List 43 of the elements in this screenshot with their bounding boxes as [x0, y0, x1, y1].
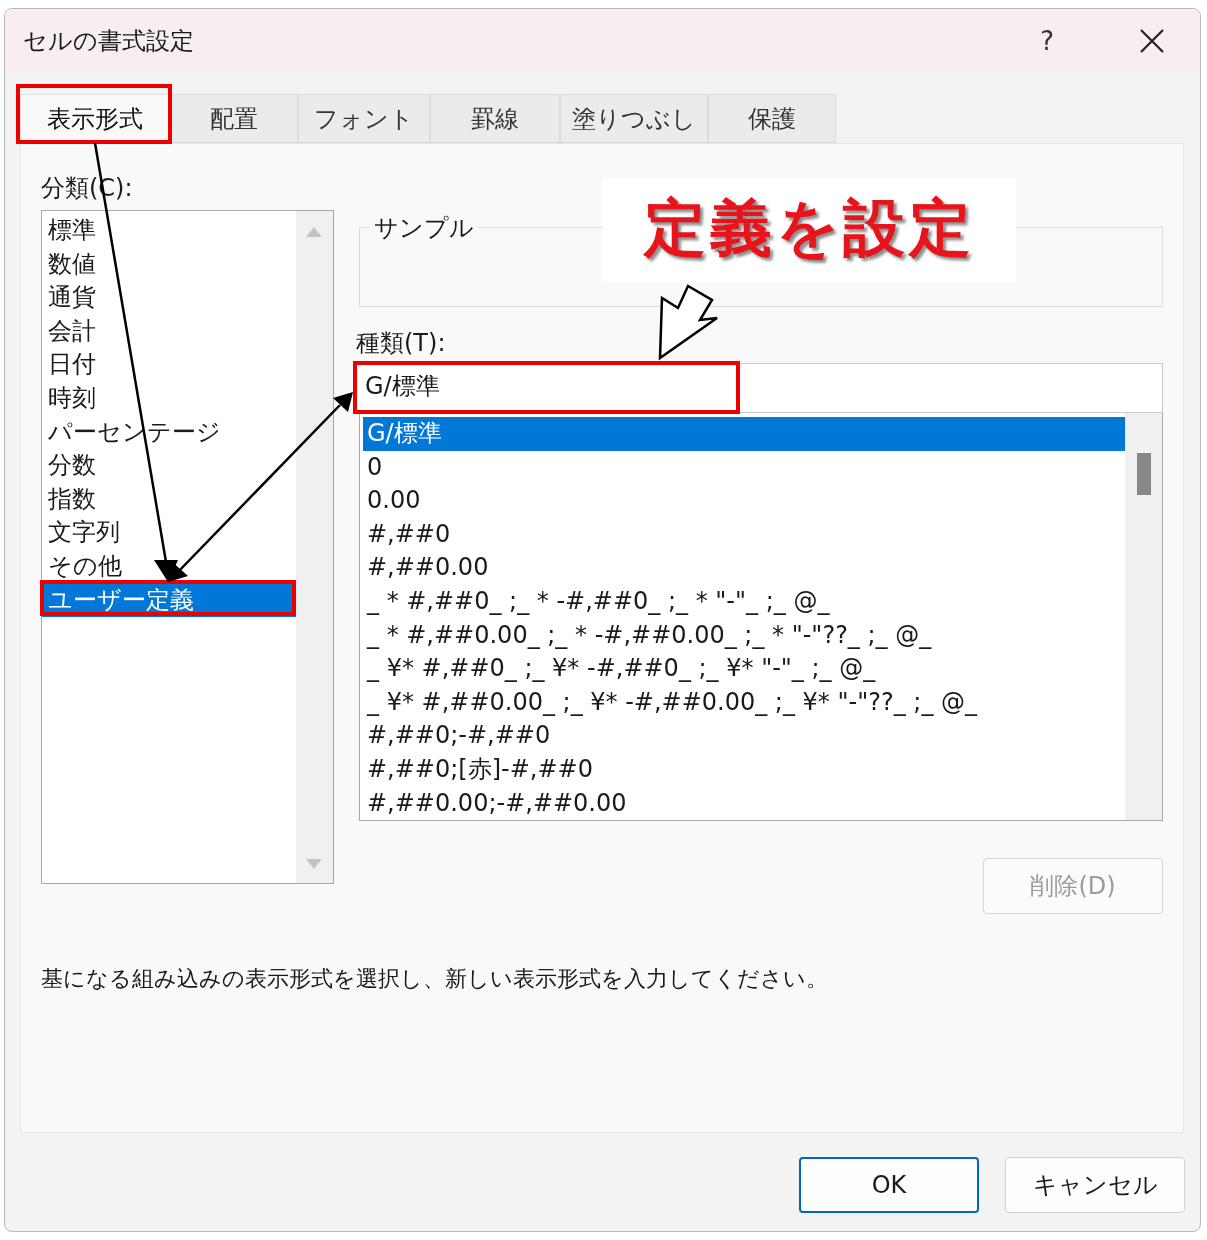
help-button[interactable]: ?: [1040, 25, 1054, 56]
tab[interactable]: 塗りつぶし: [560, 94, 708, 143]
type-input[interactable]: G/標準: [356, 363, 1163, 413]
category-item[interactable]: その他: [42, 549, 296, 584]
tab[interactable]: 罫線: [430, 94, 560, 143]
type-label: 種類(T):: [356, 328, 447, 359]
tab[interactable]: 表示形式: [20, 94, 170, 143]
tab[interactable]: 配置: [170, 94, 298, 143]
tab[interactable]: 保護: [708, 94, 836, 143]
category-item[interactable]: 標準: [42, 214, 296, 248]
tab[interactable]: フォント: [298, 94, 430, 143]
annotation-callout: 定義を設定: [603, 178, 1016, 282]
scroll-up-icon[interactable]: [306, 227, 322, 237]
type-item[interactable]: #,##0.00;-#,##0.00: [363, 786, 1125, 820]
category-item[interactable]: 会計: [42, 314, 296, 349]
type-item[interactable]: _ * #,##0.00_ ;_ * -#,##0.00_ ;_ * "-"??_ ;_ @_: [363, 618, 1125, 653]
category-item[interactable]: 通貨: [42, 281, 296, 315]
category-item[interactable]: 文字列: [42, 516, 296, 550]
category-item[interactable]: 時刻: [42, 381, 296, 416]
window-title: セルの書式設定: [23, 25, 195, 57]
type-item[interactable]: #,##0;-#,##0: [363, 719, 1125, 753]
close-icon[interactable]: [1140, 28, 1164, 53]
cancel-button[interactable]: キャンセル: [1005, 1157, 1185, 1213]
type-item[interactable]: #,##0.00: [363, 551, 1125, 585]
type-item[interactable]: _ ¥* #,##0.00_ ;_ ¥* -#,##0.00_ ;_ ¥* "-"??_ ;_ @_: [363, 685, 1125, 720]
type-item[interactable]: _ * #,##0_ ;_ * -#,##0_ ;_ * "-"_ ;_ @_: [363, 584, 1125, 619]
scrollbar[interactable]: [1125, 413, 1162, 820]
category-item[interactable]: パーセンテージ: [42, 415, 296, 450]
scroll-thumb[interactable]: [1137, 453, 1151, 495]
type-item[interactable]: 0.00: [363, 484, 1125, 518]
category-item[interactable]: 分数: [42, 449, 296, 483]
category-item[interactable]: 指数: [42, 482, 296, 517]
type-item[interactable]: G/標準: [363, 417, 1125, 451]
type-item[interactable]: _ ¥* #,##0_ ;_ ¥* -#,##0_ ;_ ¥* "-"_ ;_ @_: [363, 652, 1125, 686]
category-item[interactable]: 数値: [42, 247, 296, 282]
type-item[interactable]: #,##0;[赤]-#,##0: [363, 752, 1125, 787]
type-item[interactable]: #,##0: [363, 517, 1125, 552]
description-text: 基になる組み込みの表示形式を選択し、新しい表示形式を入力してください。: [41, 965, 829, 993]
ok-button[interactable]: OK: [799, 1157, 979, 1213]
category-item[interactable]: 日付: [42, 348, 296, 382]
type-item[interactable]: 0: [363, 450, 1125, 485]
scrollbar[interactable]: [296, 211, 333, 883]
scroll-down-icon[interactable]: [306, 859, 322, 869]
